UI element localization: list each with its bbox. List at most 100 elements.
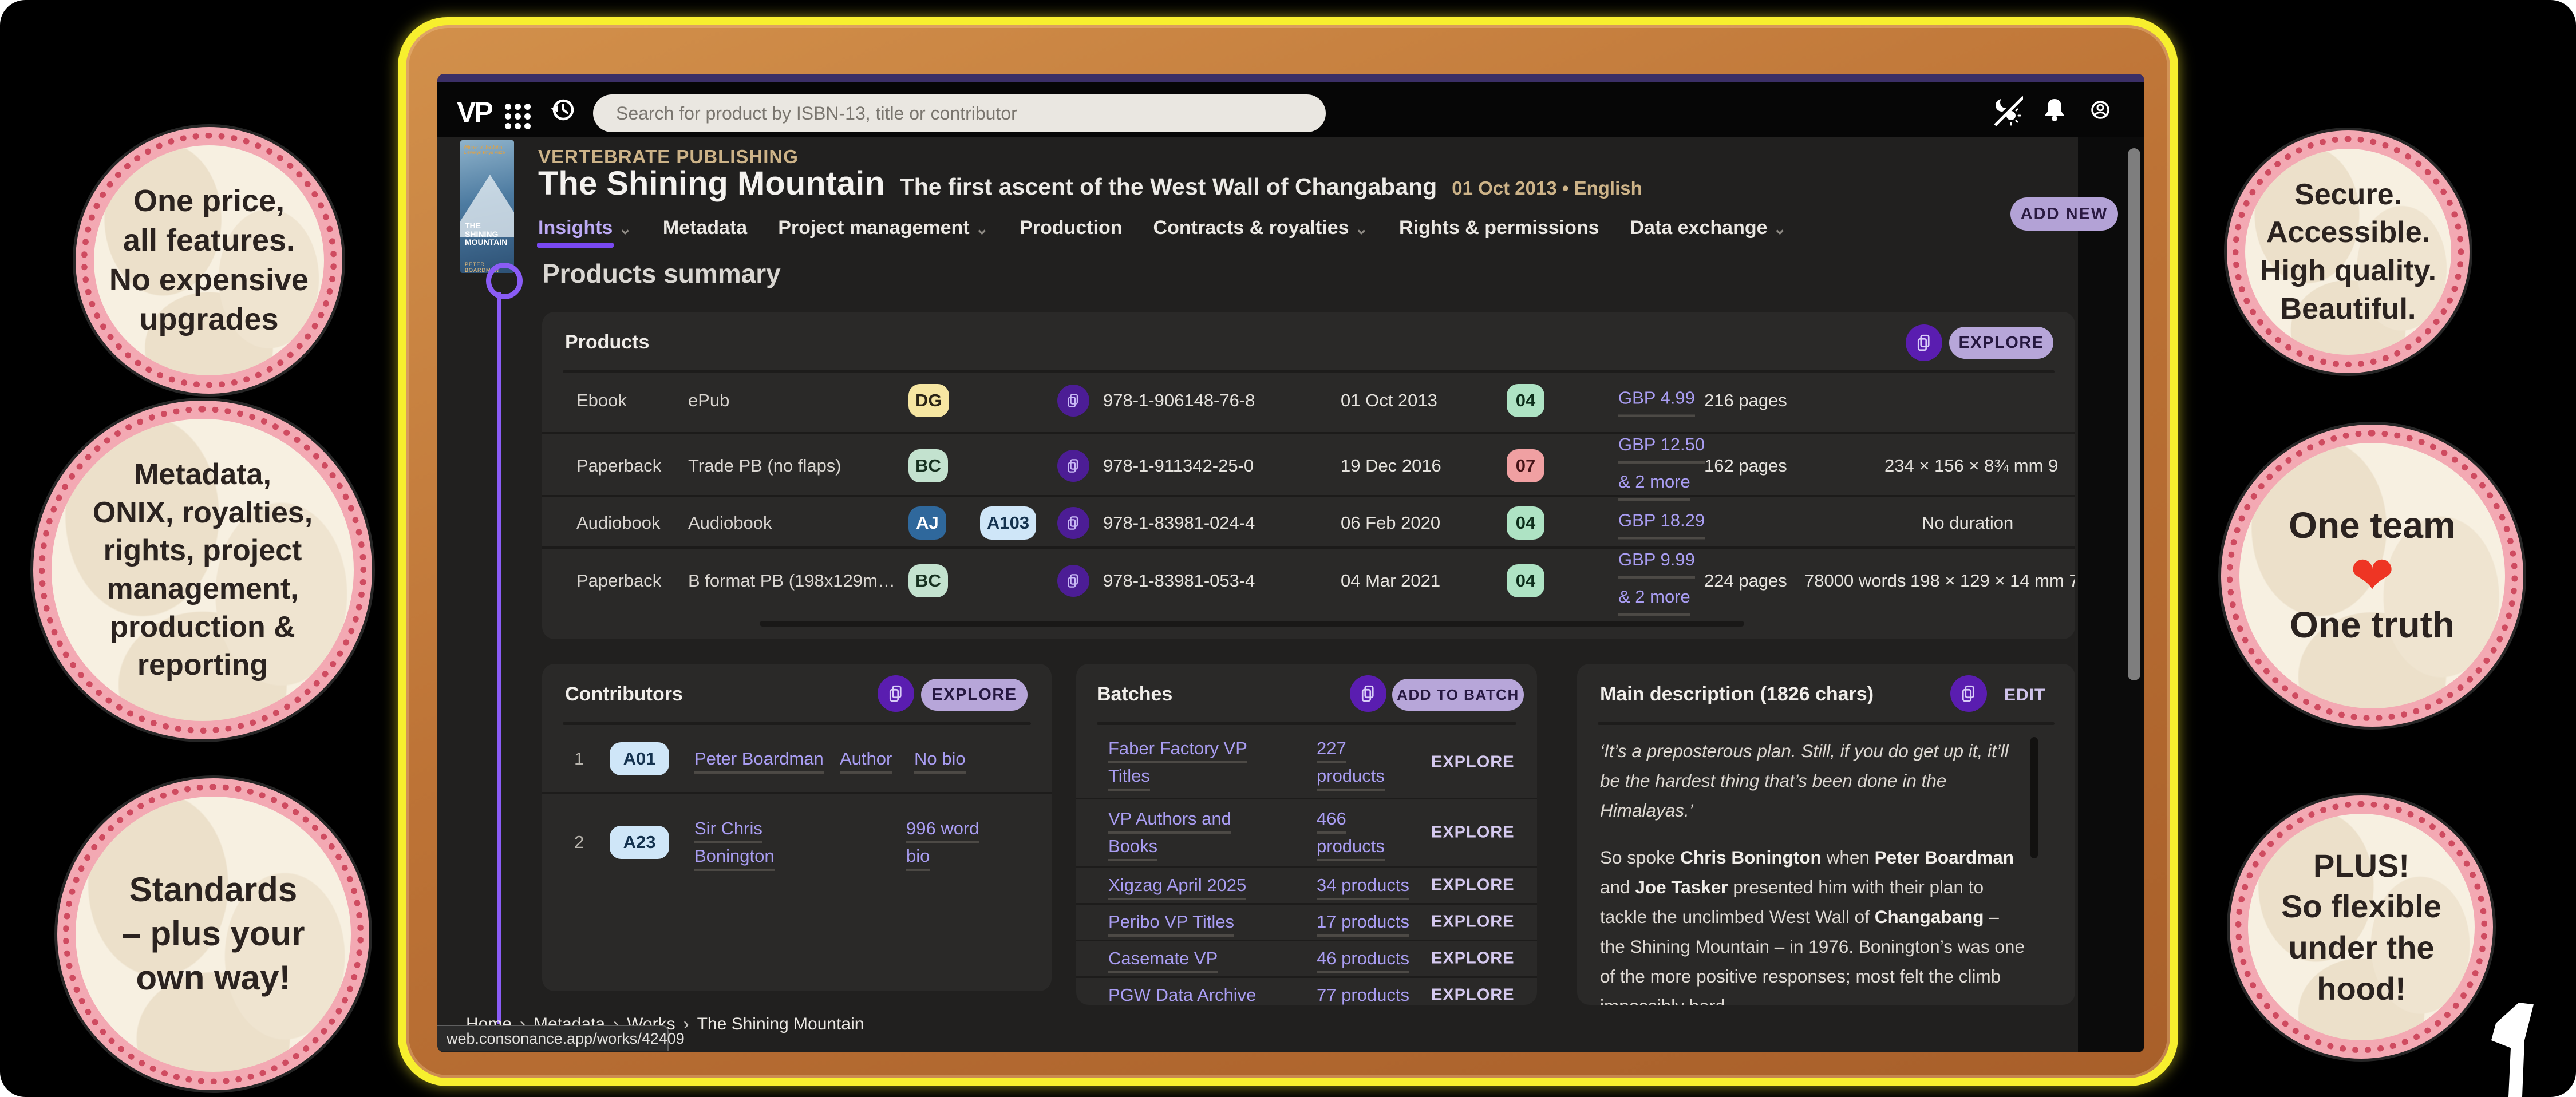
contributor-role-link[interactable]: Author: [840, 745, 892, 773]
vp-logo[interactable]: VP: [457, 96, 492, 129]
batch-name-link[interactable]: PGW Data Archive: [1108, 981, 1256, 1005]
product-price-link[interactable]: GBP 12.50: [1618, 431, 1705, 464]
app-window: VP: [437, 74, 2144, 1052]
chevron-down-icon: ⌄: [618, 220, 631, 237]
add-new-button[interactable]: ADD NEW: [2010, 197, 2118, 231]
batch-count-link[interactable]: 77 products: [1317, 981, 1409, 1005]
batch-explore-link[interactable]: EXPLORE: [1431, 876, 1515, 895]
description-body: ‘It’s a preposterous plan. Still, if you…: [1600, 736, 2025, 1005]
batch-name-link[interactable]: VP Authors and Books: [1108, 805, 1280, 860]
tab-production[interactable]: Production: [1020, 217, 1122, 239]
timeline-node: [486, 263, 523, 299]
copy-contributors-icon-button[interactable]: [878, 675, 914, 712]
product-price-link[interactable]: GBP 18.29: [1618, 506, 1705, 539]
work-nav: Insights⌄ Metadata Project management⌄ P…: [538, 217, 1787, 239]
contributor-name-link[interactable]: Peter Boardman: [694, 745, 832, 773]
book-cover-thumbnail[interactable]: Winner of the John Llewelyn Rhys Prize T…: [460, 140, 514, 273]
badge-pricing: One price, all features. No expensive up…: [76, 127, 342, 394]
work-title-row: The Shining Mountain The first ascent of…: [538, 164, 1642, 203]
batch-explore-link[interactable]: EXPLORE: [1431, 753, 1515, 772]
tab-data-exchange[interactable]: Data exchange⌄: [1630, 217, 1787, 239]
contributor-bio-link[interactable]: No bio: [914, 745, 966, 773]
batch-row[interactable]: Peribo VP Titles 17 products EXPLORE: [1076, 904, 1537, 940]
product-row[interactable]: Paperback B format PB (198x129m… BC 978-…: [542, 546, 2075, 613]
contributor-name-link[interactable]: Sir Chris Bonington: [694, 815, 826, 870]
product-row[interactable]: Audiobook Audiobook AJ A103 978-1-83981-…: [542, 495, 2075, 549]
batch-explore-link[interactable]: EXPLORE: [1431, 949, 1515, 968]
batch-name-link[interactable]: Faber Factory VP Titles: [1108, 735, 1280, 790]
search-input[interactable]: [593, 94, 1326, 132]
products-explore-button[interactable]: EXPLORE: [1949, 327, 2053, 359]
chevron-down-icon: ⌄: [1773, 220, 1787, 237]
browser-window-glow: VP: [398, 17, 2178, 1086]
batch-name-link[interactable]: Peribo VP Titles: [1108, 908, 1234, 936]
contributor-bio-link[interactable]: 996 word bio: [906, 815, 998, 870]
copy-isbn-icon-button[interactable]: [1057, 565, 1089, 597]
divider: [1097, 722, 1516, 725]
contributor-index: 2: [574, 832, 584, 853]
batch-explore-link[interactable]: EXPLORE: [1431, 823, 1515, 842]
theme-toggle-icon[interactable]: [1990, 93, 2023, 126]
copy-batches-icon-button[interactable]: [1350, 675, 1386, 712]
batch-name-link[interactable]: Xigzag April 2025: [1108, 872, 1246, 899]
product-row[interactable]: Ebook ePub DG 978-1-906148-76-8 01 Oct 2…: [542, 369, 2075, 432]
app-grid-icon[interactable]: [505, 104, 531, 129]
copy-isbn-icon-button[interactable]: [1057, 385, 1089, 417]
batch-row[interactable]: Faber Factory VP Titles 227 products EXP…: [1076, 727, 1537, 798]
batch-count-link[interactable]: 17 products: [1317, 908, 1409, 936]
product-words: 78000 words: [1804, 571, 1906, 591]
copy-isbn-icon-button[interactable]: [1057, 450, 1089, 482]
batch-row[interactable]: VP Authors and Books 466 products EXPLOR…: [1076, 799, 1537, 866]
badge-features-inner: Metadata, ONIX, royalties, rights, proje…: [52, 419, 354, 721]
batch-row[interactable]: PGW Data Archive 77 products EXPLORE: [1076, 977, 1537, 1005]
description-quote: ‘It’s a preposterous plan. Still, if you…: [1600, 736, 2025, 825]
batch-count-link[interactable]: 34 products: [1317, 872, 1409, 899]
batch-count-link[interactable]: 227 products: [1317, 735, 1392, 790]
horizontal-scrollbar[interactable]: [760, 621, 1744, 627]
marketing-canvas: One price, all features. No expensive up…: [0, 0, 2576, 1097]
account-icon[interactable]: [2084, 93, 2117, 126]
description-paragraph: So spoke Chris Bonington when Peter Boar…: [1600, 842, 2025, 1005]
badge-one-team: One team ❤ One truth: [2221, 425, 2523, 727]
contributor-row[interactable]: 2 A23 Sir Chris Bonington 996 word bio: [542, 793, 1052, 892]
notifications-bell-icon[interactable]: [2038, 93, 2071, 126]
product-price-link[interactable]: GBP 9.99: [1618, 546, 1695, 579]
product-status-badge: 04: [1507, 384, 1544, 417]
product-isbn: 978-1-911342-25-0: [1103, 456, 1254, 476]
edit-description-button[interactable]: EDIT: [2004, 686, 2045, 705]
batch-explore-link[interactable]: EXPLORE: [1431, 986, 1515, 1005]
batch-row[interactable]: Casemate VP 46 products EXPLORE: [1076, 941, 1537, 976]
contributors-explore-button[interactable]: EXPLORE: [921, 679, 1028, 711]
badge-pricing-text: One price, all features. No expensive up…: [109, 181, 309, 339]
batch-explore-link[interactable]: EXPLORE: [1431, 913, 1515, 932]
batch-count-link[interactable]: 466 products: [1317, 805, 1392, 860]
batch-row[interactable]: Xigzag April 2025 34 products EXPLORE: [1076, 868, 1537, 903]
tab-rights-permissions[interactable]: Rights & permissions: [1399, 217, 1599, 239]
products-panel-title: Products: [565, 331, 649, 354]
add-to-batch-button[interactable]: ADD TO BATCH: [1392, 679, 1524, 711]
tab-contracts-royalties[interactable]: Contracts & royalties⌄: [1153, 217, 1368, 239]
description-scrollbar[interactable]: [2030, 737, 2038, 858]
product-pub-date: 06 Feb 2020: [1341, 513, 1440, 533]
window-title-strip: [437, 74, 2144, 82]
copy-isbn-icon-button[interactable]: [1057, 507, 1089, 539]
product-row[interactable]: Paperback Trade PB (no flaps) BC 978-1-9…: [542, 432, 2075, 497]
badge-one-team-inner: One team ❤ One truth: [2239, 443, 2505, 708]
product-price-cell: GBP 12.50 & 2 more: [1618, 431, 1705, 501]
tab-insights[interactable]: Insights⌄: [538, 217, 632, 239]
divider: [563, 722, 1031, 725]
product-price-link[interactable]: GBP 4.99: [1618, 384, 1695, 417]
contributor-row[interactable]: 1 A01 Peter Boardman Author No bio: [542, 727, 1052, 791]
history-icon[interactable]: [546, 93, 579, 126]
copy-description-icon-button[interactable]: [1950, 675, 1987, 712]
copy-products-icon-button[interactable]: [1906, 324, 1942, 361]
tab-project-management[interactable]: Project management⌄: [778, 217, 989, 239]
divider: [1598, 722, 2055, 725]
contributor-index: 1: [574, 749, 584, 769]
product-pages: 216 pages: [1704, 390, 1787, 411]
batch-count-link[interactable]: 46 products: [1317, 945, 1409, 972]
batch-name-link[interactable]: Casemate VP: [1108, 945, 1218, 972]
vertical-scrollbar[interactable]: [2128, 148, 2140, 680]
product-more-prices-link[interactable]: & 2 more: [1618, 583, 1690, 616]
tab-metadata[interactable]: Metadata: [663, 217, 747, 239]
